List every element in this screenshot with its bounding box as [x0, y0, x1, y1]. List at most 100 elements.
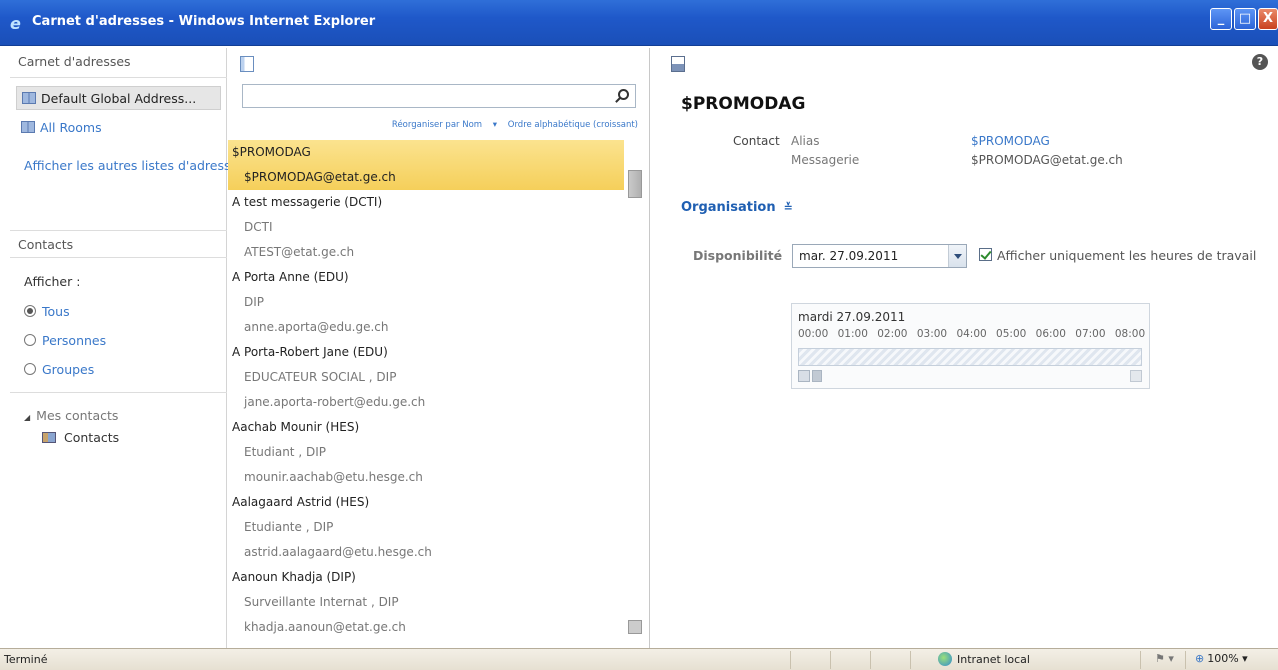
sort-by-label: Réorganiser par Nom: [391, 120, 483, 130]
expand-triangle-icon: ◢: [24, 413, 31, 422]
contact-detail: Etudiant , DIP: [244, 445, 326, 459]
address-book-label: Default Global Address...: [41, 91, 197, 106]
contact-detail: astrid.aalagaard@etu.hesge.ch: [244, 545, 432, 559]
contact-detail: anne.aporta@edu.ge.ch: [244, 320, 389, 334]
contacts-folder-icon: [42, 432, 56, 443]
radio-unchecked-icon: [24, 334, 36, 346]
address-book-title: Carnet d'adresses: [18, 54, 131, 69]
search-input[interactable]: [243, 85, 603, 107]
address-book-all-rooms[interactable]: All Rooms: [16, 116, 221, 140]
alias-value[interactable]: $PROMODAG: [971, 134, 1050, 148]
search-icon[interactable]: [618, 89, 629, 100]
filter-label: Personnes: [42, 333, 107, 348]
radio-checked-icon: [24, 305, 36, 317]
close-button[interactable]: X: [1258, 8, 1278, 30]
status-divider: [1140, 651, 1141, 669]
list-item[interactable]: A test messagerie (DCTI) DCTI ATEST@etat…: [228, 190, 624, 265]
sort-bar: Réorganiser par Nom ▾ Ordre alphabétique…: [228, 120, 638, 130]
minimize-button[interactable]: _: [1210, 8, 1232, 30]
help-icon[interactable]: ?: [1252, 54, 1268, 70]
contact-name: A Porta Anne (EDU): [232, 270, 349, 284]
security-zone[interactable]: Intranet local: [938, 652, 1030, 666]
maximize-button[interactable]: □: [1234, 8, 1256, 30]
show-filter-label: Afficher :: [24, 274, 81, 289]
divider: [10, 392, 227, 393]
freebusy-date: mardi 27.09.2011: [798, 310, 906, 324]
contact-detail: ATEST@etat.ge.ch: [244, 245, 355, 259]
dropdown-arrow-icon[interactable]: [948, 245, 966, 267]
scroll-left-button[interactable]: [798, 370, 810, 382]
zone-label: Intranet local: [957, 653, 1030, 666]
protected-mode-icon[interactable]: ⚑ ▾: [1155, 652, 1174, 665]
filter-all-radio[interactable]: Tous: [24, 304, 70, 319]
contact-list-panel: Réorganiser par Nom ▾ Ordre alphabétique…: [228, 48, 650, 648]
address-book-default-global[interactable]: Default Global Address...: [16, 86, 221, 110]
hour-label: 06:00: [1035, 328, 1066, 340]
list-item[interactable]: Aanoun Khadja (DIP) Surveillante Interna…: [228, 565, 624, 640]
contacts-folder[interactable]: Contacts: [42, 430, 119, 445]
my-contacts-label: Mes contacts: [36, 408, 119, 423]
address-book-icon: [21, 121, 35, 133]
scroll-down-button[interactable]: [628, 620, 642, 634]
alias-label: Alias: [791, 134, 820, 148]
status-text: Terminé: [4, 653, 48, 666]
filter-label: Groupes: [42, 362, 95, 377]
hour-label: 01:00: [837, 328, 868, 340]
scroll-right-button[interactable]: [1130, 370, 1142, 382]
address-book-view-icon[interactable]: [240, 56, 254, 72]
list-item[interactable]: $PROMODAG $PROMODAG@etat.ge.ch: [228, 140, 624, 190]
window-title: Carnet d'adresses - Windows Internet Exp…: [32, 14, 376, 29]
hour-label: 07:00: [1075, 328, 1106, 340]
contact-name: $PROMODAG: [232, 145, 311, 159]
hour-label: 04:00: [956, 328, 987, 340]
work-hours-checkbox[interactable]: [979, 248, 992, 261]
list-item[interactable]: A Porta-Robert Jane (EDU) EDUCATEUR SOCI…: [228, 340, 624, 415]
freebusy-scrollbar[interactable]: [798, 370, 1142, 384]
address-book-header: Carnet d'adresses: [10, 48, 227, 78]
status-divider: [870, 651, 871, 669]
contact-title: $PROMODAG: [681, 94, 806, 114]
contacts-title: Contacts: [18, 237, 74, 252]
organisation-section[interactable]: Organisation ≚: [681, 200, 793, 215]
contact-list-scrollbar[interactable]: [628, 170, 642, 636]
browser-window: e Carnet d'adresses - Windows Internet E…: [0, 0, 1278, 670]
my-contacts-node[interactable]: ◢ Mes contacts: [24, 408, 118, 423]
freebusy-hours: 00:00 01:00 02:00 03:00 04:00 05:00 06:0…: [798, 328, 1148, 340]
filter-groups-radio[interactable]: Groupes: [24, 362, 94, 377]
contact-name: A test messagerie (DCTI): [232, 195, 383, 209]
chevron-down-icon: ▾: [1242, 652, 1248, 665]
contact-name: Aalagaard Astrid (HES): [232, 495, 370, 509]
availability-date-select[interactable]: mar. 27.09.2011: [792, 244, 967, 268]
chevron-down-icon: ▾: [1168, 652, 1174, 665]
list-item[interactable]: Aachab Mounir (HES) Etudiant , DIP mouni…: [228, 415, 624, 490]
intranet-globe-icon: [938, 652, 952, 666]
scrollbar-thumb[interactable]: [812, 370, 822, 382]
availability-label: Disponibilité: [693, 248, 783, 263]
scrollbar-thumb[interactable]: [628, 170, 642, 198]
contact-detail: jane.aporta-robert@edu.ge.ch: [244, 395, 426, 409]
hour-label: 05:00: [996, 328, 1027, 340]
other-address-lists-link[interactable]: Afficher les autres listes d'adresses: [24, 158, 229, 173]
mail-label: Messagerie: [791, 153, 860, 167]
filter-persons-radio[interactable]: Personnes: [24, 333, 106, 348]
list-item[interactable]: Aalagaard Astrid (HES) Etudiante , DIP a…: [228, 490, 624, 565]
hour-label: 00:00: [798, 328, 829, 340]
contacts-header: Contacts: [10, 230, 227, 258]
zoom-control[interactable]: ⊕ 100% ▾: [1195, 652, 1248, 665]
sort-order-toggle[interactable]: Ordre alphabétique (croissant): [508, 120, 638, 130]
contact-name: A Porta-Robert Jane (EDU): [232, 345, 388, 359]
hour-label: 02:00: [877, 328, 908, 340]
contact-name: Aachab Mounir (HES): [232, 420, 360, 434]
list-item[interactable]: A Porta Anne (EDU) DIP anne.aporta@edu.g…: [228, 265, 624, 340]
address-book-icon: [22, 92, 36, 104]
contact-name: Aanoun Khadja (DIP): [232, 570, 356, 584]
address-book-label: All Rooms: [40, 120, 102, 135]
chevron-down-icon: ≚: [783, 201, 793, 214]
status-divider: [910, 651, 911, 669]
contact-card-icon[interactable]: [671, 56, 685, 72]
contact-details-panel: ? $PROMODAG Contact Alias $PROMODAG Mess…: [651, 48, 1278, 648]
filter-label: Tous: [42, 304, 70, 319]
status-bar: Terminé Intranet local ⚑ ▾ ⊕ 100% ▾: [0, 648, 1278, 670]
freebusy-bar: [798, 348, 1142, 366]
sort-by-dropdown[interactable]: Réorganiser par Nom ▾: [384, 120, 497, 130]
